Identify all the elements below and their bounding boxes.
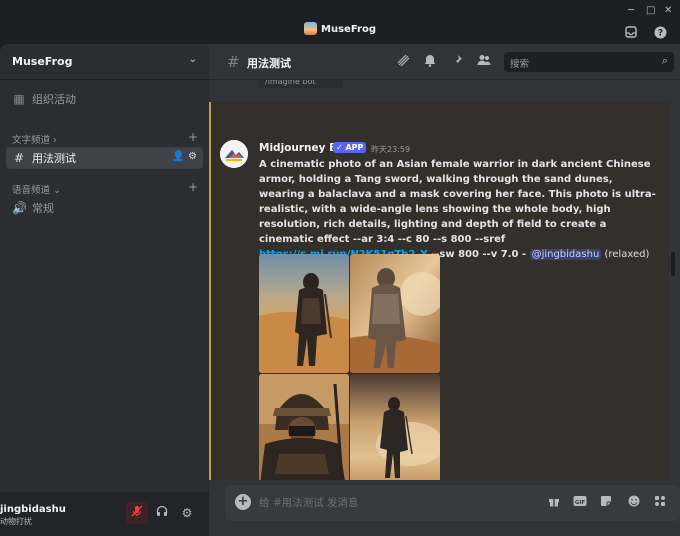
apps-icon[interactable] — [653, 495, 667, 509]
sidebar-item-voice[interactable]: 🔊 常规 — [6, 197, 203, 219]
app-badge: ✓ APP — [333, 142, 367, 153]
user-status: 动物打扰 — [0, 517, 32, 526]
generated-image-grid[interactable] — [259, 254, 441, 480]
search-icon: ⌕ — [661, 54, 668, 67]
minimize-button[interactable]: ─ — [628, 5, 634, 16]
app-logo-icon — [304, 22, 318, 35]
message-timestamp: 昨天23:59 — [371, 145, 411, 154]
add-channel-icon[interactable]: + — [188, 130, 198, 144]
server-name: MuseFrog — [12, 55, 73, 68]
sidebar-item-label: 用法测试 — [32, 152, 76, 165]
mute-microphone-button[interactable] — [126, 502, 148, 524]
channel-title: 用法测试 — [247, 57, 291, 70]
username[interactable]: jingbidashu — [0, 504, 66, 515]
svg-text:GIF: GIF — [575, 500, 586, 506]
calendar-icon: ▦ — [13, 92, 25, 106]
threads-icon[interactable] — [395, 54, 411, 70]
channel-sidebar: MuseFrog ⌄ ▦ 组织活动 文字频道 › + # 用法测试 👤 ⚙ 语音… — [0, 44, 209, 536]
sidebar-item-active-channel[interactable]: # 用法测试 👤 ⚙ — [6, 147, 203, 169]
message-content: A cinematic photo of an Asian female war… — [259, 157, 659, 262]
prompt-text: A cinematic photo of an Asian female war… — [259, 159, 656, 245]
members-icon[interactable] — [476, 54, 492, 70]
channel-header: # 用法测试 搜索 ⌕ — [209, 44, 680, 80]
speaker-icon: 🔊 — [12, 201, 27, 215]
sticker-icon[interactable] — [599, 495, 613, 509]
invite-icon[interactable]: 👤 — [172, 151, 184, 162]
generated-image-3[interactable] — [259, 374, 349, 480]
hash-icon: # — [13, 151, 25, 165]
bell-icon[interactable] — [422, 54, 438, 70]
user-settings-gear-icon[interactable]: ⚙ — [176, 502, 198, 524]
avatar[interactable] — [220, 140, 248, 168]
help-icon[interactable]: ? — [653, 26, 667, 40]
message-input[interactable]: + 给 #用法测试 发消息 GIF — [225, 485, 680, 521]
app-title: MuseFrog — [0, 22, 680, 35]
inbox-icon[interactable] — [624, 26, 638, 40]
generated-image-4[interactable] — [350, 374, 440, 480]
title-bar: MuseFrog ─ □ ✕ ? — [0, 0, 680, 44]
user-mention[interactable]: @jingbidashu — [529, 249, 602, 260]
category-voice-channels[interactable]: 语音频道 ⌄ + — [12, 180, 198, 196]
hash-icon: # — [227, 53, 240, 71]
prompt-params: --sw 800 --v 7.0 - — [427, 249, 530, 260]
add-attachment-icon[interactable]: + — [235, 494, 251, 510]
pin-icon[interactable] — [449, 54, 465, 70]
close-button[interactable]: ✕ — [664, 5, 672, 16]
previous-command-reply: /imagine bot — [259, 80, 343, 88]
add-channel-icon[interactable]: + — [188, 180, 198, 194]
emoji-icon[interactable] — [627, 495, 641, 509]
server-header[interactable]: MuseFrog ⌄ — [0, 44, 209, 80]
gift-icon[interactable] — [547, 495, 561, 509]
sidebar-item-label: 组织活动 — [32, 93, 76, 106]
search-input[interactable]: 搜索 ⌕ — [504, 52, 674, 72]
channel-actions: 👤 ⚙ — [172, 151, 197, 162]
main-area: # 用法测试 搜索 ⌕ /imagine bot Midjourney Bot … — [209, 44, 680, 536]
message-placeholder: 给 #用法测试 发消息 — [259, 497, 359, 509]
chat-scrollbar[interactable] — [671, 252, 675, 276]
generated-image-2[interactable] — [350, 254, 440, 373]
chevron-down-icon: ⌄ — [188, 54, 197, 65]
gif-icon[interactable]: GIF — [573, 495, 587, 509]
generated-image-1[interactable] — [259, 254, 349, 373]
category-text-channels[interactable]: 文字频道 › + — [12, 130, 198, 146]
message-list[interactable]: /imagine bot Midjourney Bot ✓ APP 昨天23:5… — [209, 80, 680, 480]
headphones-icon[interactable] — [151, 502, 173, 524]
maximize-button[interactable]: □ — [646, 5, 655, 16]
sidebar-item-label: 常规 — [32, 202, 54, 215]
sidebar-item-events[interactable]: ▦ 组织活动 — [6, 88, 203, 110]
gear-icon[interactable]: ⚙ — [185, 151, 197, 162]
generation-mode: (relaxed) — [601, 249, 650, 260]
user-panel: jingbidashu 动物打扰 ⚙ — [0, 492, 209, 536]
svg-text:?: ? — [657, 29, 662, 39]
